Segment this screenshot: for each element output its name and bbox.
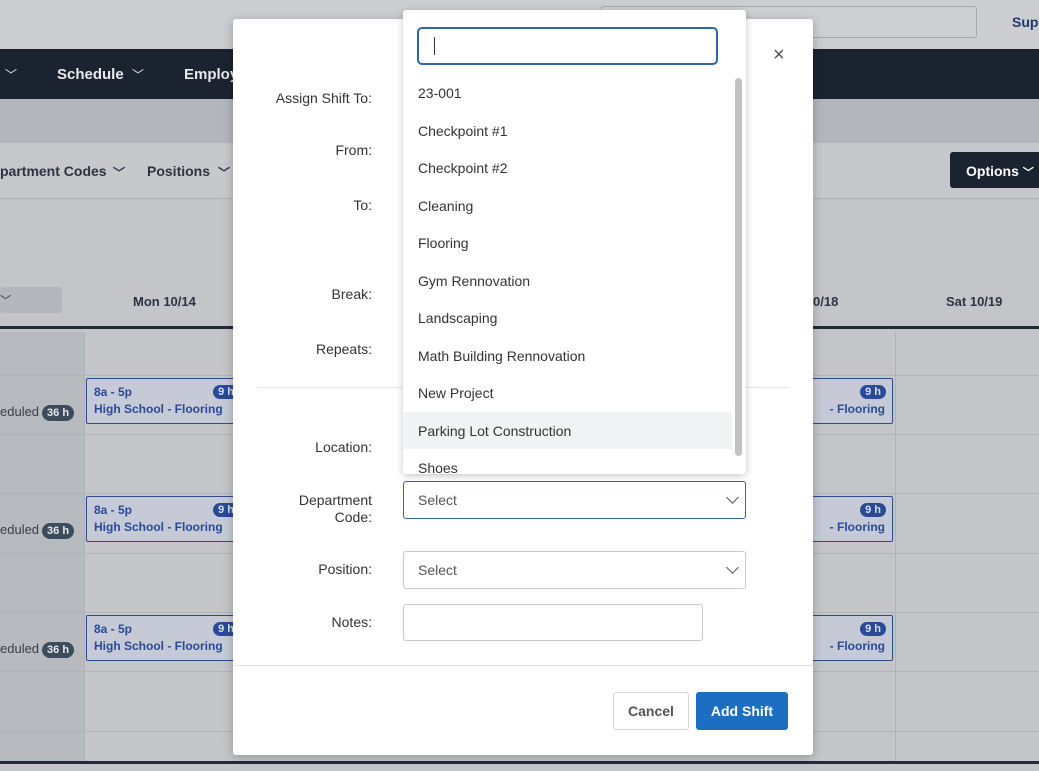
dropdown-options-list: 23-001 Checkpoint #1 Checkpoint #2 Cleaning… bbox=[403, 74, 732, 474]
shift-title: High School - Flooring bbox=[94, 402, 223, 416]
scheduled-label: eduled bbox=[0, 522, 40, 537]
options-button[interactable]: Options ﹀ bbox=[950, 152, 1039, 188]
dropdown-option[interactable]: Parking Lot Construction bbox=[403, 411, 732, 449]
chevron-down-icon bbox=[726, 561, 739, 574]
to-label: To: bbox=[353, 197, 372, 213]
chevron-down-icon: ﹀ bbox=[0, 295, 11, 307]
filter-positions[interactable]: Positions bbox=[147, 163, 210, 179]
dropdown-option[interactable]: Cleaning bbox=[403, 187, 732, 225]
repeats-label: Repeats: bbox=[315, 341, 372, 357]
dropdown-option[interactable]: New Project bbox=[403, 374, 732, 412]
assign-shift-label: Assign Shift To: bbox=[275, 90, 372, 106]
chevron-down-icon: ﹀ bbox=[113, 166, 126, 180]
from-label: From: bbox=[335, 142, 372, 158]
scheduled-label: eduled bbox=[0, 404, 40, 419]
day-header: Sat 10/19 bbox=[946, 294, 1003, 309]
shift-title: High School - Flooring bbox=[94, 520, 223, 534]
week-selector[interactable]: ﹀ bbox=[0, 287, 62, 313]
dropdown-option[interactable]: Shoes bbox=[403, 449, 732, 474]
shift-hours-badge: 9 h bbox=[860, 503, 886, 517]
dropdown-option[interactable]: Checkpoint #1 bbox=[403, 112, 732, 150]
shift-card[interactable]: 8a - 5p High School - Flooring 9 h bbox=[86, 615, 246, 661]
scheduled-summary: eduled 36 h bbox=[0, 522, 75, 539]
employee-column bbox=[0, 332, 84, 762]
shift-card[interactable]: 8a - 5p High School - Flooring 9 h bbox=[86, 378, 246, 424]
department-code-label-line1: Department bbox=[298, 492, 372, 508]
nav-employees[interactable]: Employ bbox=[184, 66, 238, 83]
scheduled-summary: eduled 36 h bbox=[0, 641, 75, 658]
hours-badge: 36 h bbox=[42, 642, 75, 658]
dropdown-option[interactable]: Landscaping bbox=[403, 299, 732, 337]
dropdown-scrollbar-thumb[interactable] bbox=[735, 78, 742, 456]
dropdown-search-input[interactable] bbox=[417, 27, 718, 65]
shift-card[interactable]: 8a - 5p High School - Flooring 9 h bbox=[86, 496, 246, 542]
hours-badge: 36 h bbox=[42, 405, 75, 421]
department-code-label-line2: Code: bbox=[334, 509, 372, 525]
scheduled-summary: eduled 36 h bbox=[0, 404, 75, 421]
department-code-value: Select bbox=[418, 492, 457, 508]
notes-label: Notes: bbox=[331, 614, 372, 630]
support-link[interactable]: Sup bbox=[1012, 14, 1038, 30]
position-select[interactable]: Select bbox=[403, 551, 746, 589]
scheduled-label: eduled bbox=[0, 641, 40, 656]
dropdown-option[interactable]: Checkpoint #2 bbox=[403, 149, 732, 187]
chevron-down-icon: ﹀ bbox=[218, 166, 231, 180]
day-header: 0/18 bbox=[813, 294, 839, 309]
day-header: Mon 10/14 bbox=[133, 294, 196, 309]
grid-col-line bbox=[84, 332, 85, 762]
nav-schedule[interactable]: Schedule bbox=[57, 66, 124, 83]
chevron-down-icon: ﹀ bbox=[132, 68, 145, 82]
department-code-select[interactable]: Select bbox=[403, 481, 746, 519]
options-label: Options bbox=[966, 163, 1019, 179]
hours-badge: 36 h bbox=[42, 523, 75, 539]
department-code-label: Department Code: bbox=[233, 492, 372, 526]
cancel-button[interactable]: Cancel bbox=[613, 692, 689, 730]
chevron-down-icon: ﹀ bbox=[5, 68, 18, 82]
shift-hours-badge: 9 h bbox=[860, 385, 886, 399]
position-value: Select bbox=[418, 562, 457, 578]
location-dropdown: 23-001 Checkpoint #1 Checkpoint #2 Cleaning… bbox=[403, 10, 746, 474]
grid-bottom-border bbox=[0, 761, 1039, 771]
footer-divider bbox=[233, 665, 813, 666]
filter-department-codes[interactable]: partment Codes bbox=[0, 163, 107, 179]
notes-input[interactable] bbox=[403, 604, 703, 641]
break-label: Break: bbox=[331, 286, 372, 302]
shift-hours-badge: 9 h bbox=[860, 622, 886, 636]
dropdown-option[interactable]: Math Building Rennovation bbox=[403, 337, 732, 375]
text-cursor bbox=[434, 37, 435, 55]
grid-col-line bbox=[895, 332, 896, 762]
chevron-down-icon: ﹀ bbox=[1022, 167, 1034, 179]
dropdown-option[interactable]: Gym Rennovation bbox=[403, 262, 732, 300]
position-label: Position: bbox=[318, 561, 372, 577]
dropdown-option[interactable]: Flooring bbox=[403, 224, 732, 262]
close-icon[interactable]: × bbox=[773, 45, 789, 65]
add-shift-button[interactable]: Add Shift bbox=[696, 692, 788, 730]
dropdown-option[interactable]: 23-001 bbox=[403, 74, 732, 112]
shift-title: High School - Flooring bbox=[94, 639, 223, 653]
chevron-down-icon bbox=[726, 491, 739, 504]
location-label: Location: bbox=[315, 439, 372, 455]
